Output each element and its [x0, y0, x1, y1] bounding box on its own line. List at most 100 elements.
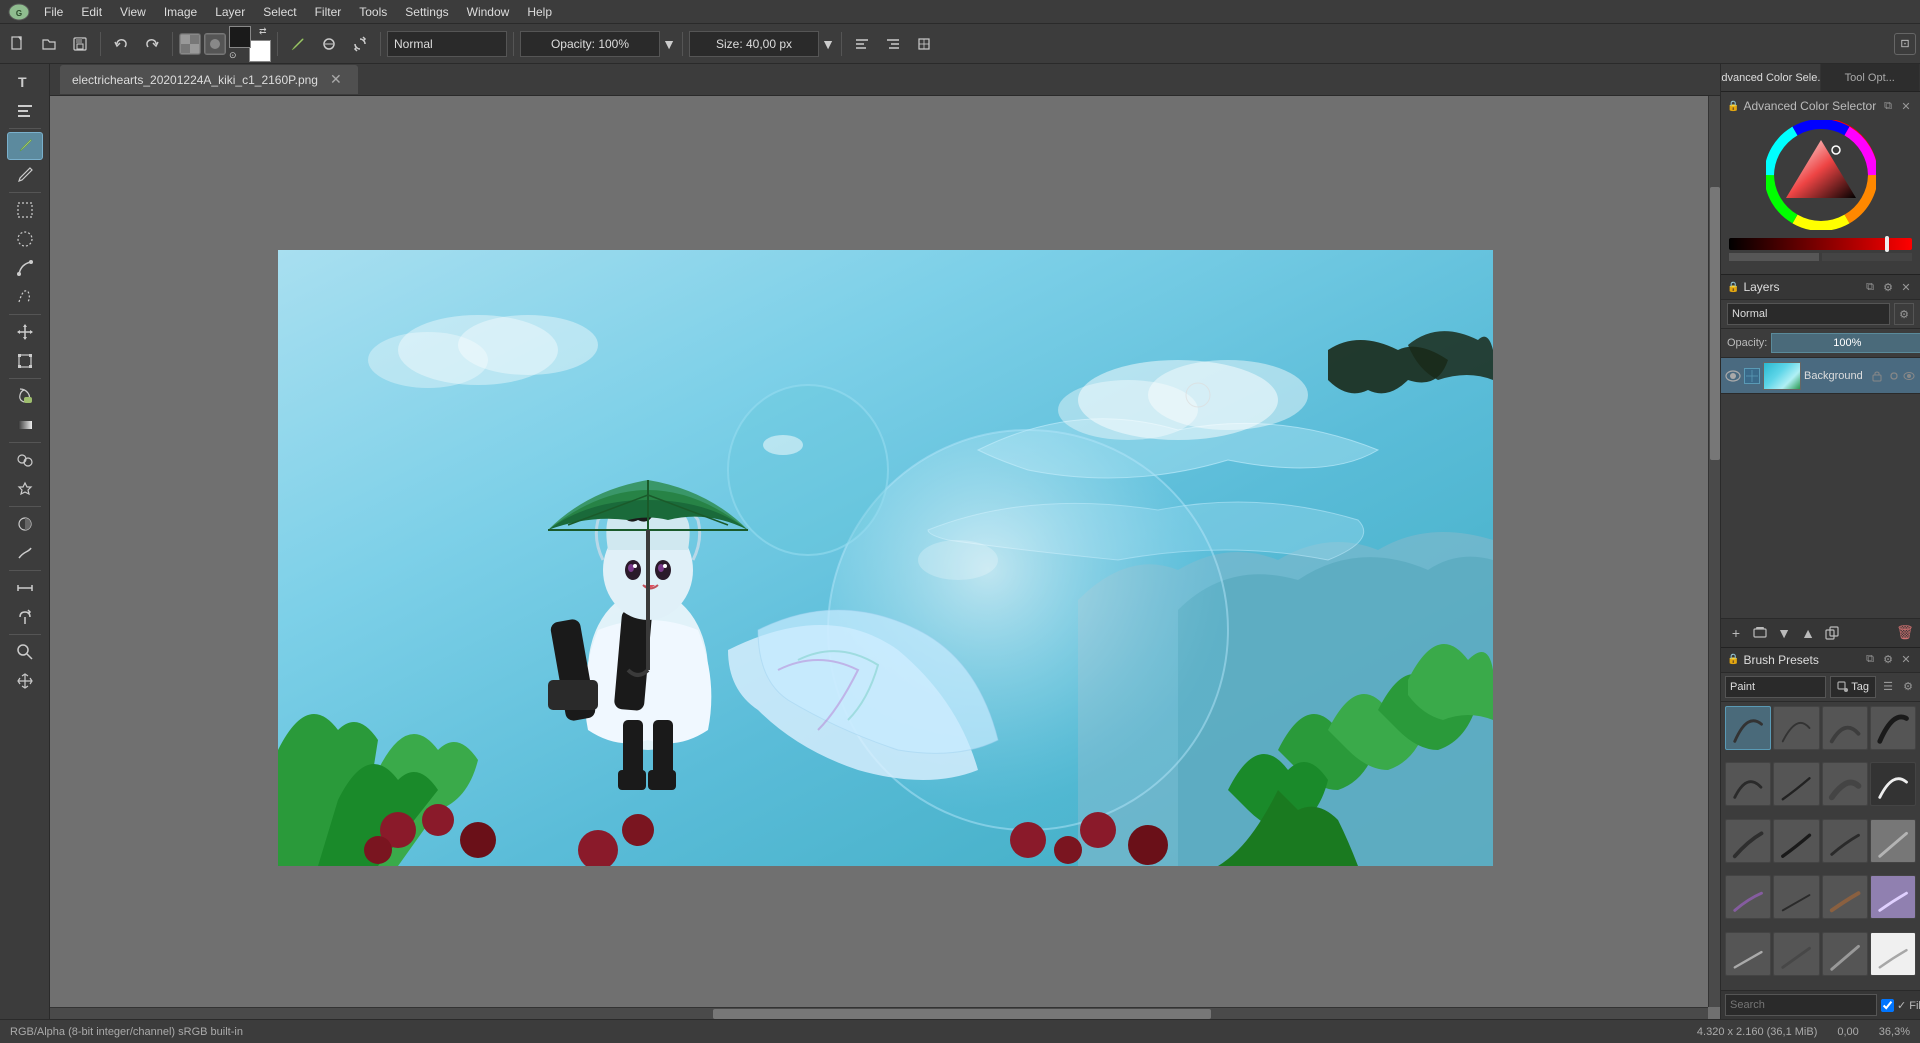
brush-item-4[interactable]	[1870, 706, 1916, 750]
tool-pan[interactable]	[7, 667, 43, 695]
brush-item-18[interactable]	[1773, 932, 1819, 976]
tool-pencil[interactable]	[7, 161, 43, 189]
canvas-viewport[interactable]: Tyson Tan	[50, 96, 1720, 1019]
brush-item-11[interactable]	[1822, 819, 1868, 863]
tool-zoom[interactable]	[7, 638, 43, 666]
brush-item-2[interactable]	[1773, 706, 1819, 750]
move-layer-down-btn[interactable]: ▼	[1773, 622, 1795, 644]
tool-transform[interactable]	[7, 347, 43, 375]
tool-fill[interactable]	[7, 382, 43, 410]
brush-tool-btn[interactable]	[284, 30, 312, 58]
tool-dodge-burn[interactable]	[7, 510, 43, 538]
layer-eye-icon[interactable]	[1902, 369, 1916, 383]
layers-panel-config-btn[interactable]: ⚙	[1880, 279, 1896, 295]
layer-visibility-toggle[interactable]	[1725, 368, 1741, 384]
brush-item-16[interactable]	[1870, 875, 1916, 919]
layers-panel-close-btn[interactable]: ✕	[1898, 279, 1914, 295]
menu-tools[interactable]: Tools	[351, 3, 395, 21]
tool-clone[interactable]	[7, 446, 43, 474]
maximize-btn[interactable]: ⊡	[1894, 33, 1916, 55]
tool-measure[interactable]	[7, 574, 43, 602]
layer-blend-mode-select[interactable]: Normal	[1727, 303, 1890, 325]
vertical-scrollbar[interactable]	[1708, 96, 1720, 1007]
canvas-close-button[interactable]: ✕	[326, 69, 346, 90]
menu-view[interactable]: View	[112, 3, 154, 21]
open-button[interactable]	[35, 30, 63, 58]
brush-item-19[interactable]	[1822, 932, 1868, 976]
erase-btn[interactable]	[315, 30, 343, 58]
filter-in-tag-checkbox[interactable]: ✓ Filter in Tag	[1881, 999, 1920, 1012]
menu-filter[interactable]: Filter	[307, 3, 350, 21]
brush-item-1[interactable]	[1725, 706, 1771, 750]
horizontal-scrollbar[interactable]	[50, 1007, 1708, 1019]
menu-help[interactable]: Help	[519, 3, 560, 21]
layers-panel-float-btn[interactable]: ⧉	[1862, 279, 1878, 295]
tool-smudge[interactable]	[7, 539, 43, 567]
brush-item-9[interactable]	[1725, 819, 1771, 863]
brush-panel-float-btn[interactable]: ⧉	[1862, 652, 1878, 668]
add-layer-btn[interactable]: +	[1725, 622, 1747, 644]
opacity-down-btn[interactable]: ▼	[662, 30, 676, 58]
horizontal-scrollbar-thumb[interactable]	[713, 1009, 1210, 1019]
layer-row[interactable]: Background	[1721, 358, 1920, 394]
brush-item-20[interactable]	[1870, 932, 1916, 976]
tool-rect-select[interactable]	[7, 196, 43, 224]
move-layer-up-btn[interactable]: ▲	[1797, 622, 1819, 644]
redo-button[interactable]	[138, 30, 166, 58]
menu-window[interactable]: Window	[459, 3, 518, 21]
brush-item-10[interactable]	[1773, 819, 1819, 863]
new-button[interactable]	[4, 30, 32, 58]
tool-brush[interactable]	[7, 132, 43, 160]
brush-item-3[interactable]	[1822, 706, 1868, 750]
tool-path[interactable]	[7, 254, 43, 282]
menu-image[interactable]: Image	[156, 3, 205, 21]
color-panel-float-btn[interactable]: ⧉	[1880, 98, 1896, 114]
swap-colors-icon[interactable]: ⇄	[259, 26, 271, 38]
tool-rotate-measure[interactable]	[7, 603, 43, 631]
brush-item-14[interactable]	[1773, 875, 1819, 919]
tool-align[interactable]	[7, 97, 43, 125]
layer-mode-config-btn[interactable]: ⚙	[1894, 303, 1914, 325]
brush-panel-config-btn[interactable]: ⚙	[1880, 652, 1896, 668]
tool-heal[interactable]	[7, 475, 43, 503]
tab-color-selector[interactable]: Advanced Color Sele...	[1721, 64, 1821, 91]
menu-file[interactable]: File	[36, 3, 71, 21]
align-right-btn[interactable]	[879, 30, 907, 58]
size-down-btn[interactable]: ▼	[821, 30, 835, 58]
brush-item-6[interactable]	[1773, 762, 1819, 806]
brush-item-15[interactable]	[1822, 875, 1868, 919]
brush-item-7[interactable]	[1822, 762, 1868, 806]
color-slider-1[interactable]	[1729, 238, 1912, 250]
canvas-tab[interactable]: electrichearts_20201224A_kiki_c1_2160P.p…	[60, 65, 358, 94]
fg-color-swatch[interactable]	[229, 26, 251, 48]
brush-item-17[interactable]	[1725, 932, 1771, 976]
tag-filter-btn[interactable]: Tag	[1830, 676, 1876, 698]
layer-opacity-input[interactable]	[1771, 333, 1920, 353]
filter-tag-check[interactable]	[1881, 999, 1894, 1012]
brush-item-8[interactable]	[1870, 762, 1916, 806]
brush-item-5[interactable]	[1725, 762, 1771, 806]
save-button[interactable]	[66, 30, 94, 58]
brush-search-input[interactable]	[1725, 994, 1877, 1016]
color-panel-close-btn[interactable]: ✕	[1898, 98, 1914, 114]
tool-gradient[interactable]	[7, 411, 43, 439]
tool-move[interactable]	[7, 318, 43, 346]
transform-btn[interactable]	[910, 30, 938, 58]
pattern-btn[interactable]	[179, 33, 201, 55]
reset-colors-icon[interactable]: ⊙	[229, 50, 241, 62]
layer-groups-btn[interactable]	[1749, 622, 1771, 644]
layer-copy-btn[interactable]	[1821, 622, 1843, 644]
align-left-btn[interactable]	[848, 30, 876, 58]
menu-select[interactable]: Select	[255, 3, 304, 21]
bg-color-swatch[interactable]	[249, 40, 271, 62]
brush-config-btn[interactable]: ⚙	[1900, 679, 1916, 695]
brush-category-select[interactable]: Paint	[1725, 676, 1826, 698]
vertical-scrollbar-thumb[interactable]	[1710, 187, 1720, 460]
brush-style-btn[interactable]	[204, 33, 226, 55]
menu-settings[interactable]: Settings	[397, 3, 456, 21]
size-input[interactable]	[689, 31, 819, 57]
menu-layer[interactable]: Layer	[207, 3, 253, 21]
brush-panel-close-btn[interactable]: ✕	[1898, 652, 1914, 668]
tab-tool-options[interactable]: Tool Opt...	[1821, 64, 1920, 91]
tool-text[interactable]: T	[7, 68, 43, 96]
